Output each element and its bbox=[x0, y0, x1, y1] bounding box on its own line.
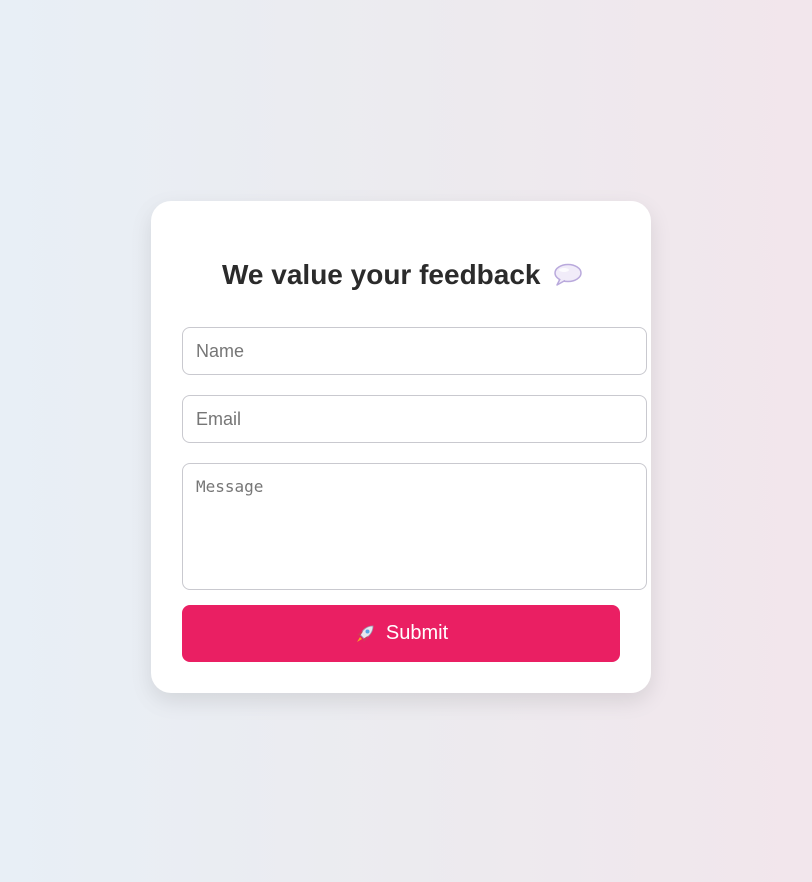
name-input[interactable] bbox=[182, 327, 647, 375]
form-title: We value your feedback bbox=[222, 259, 583, 291]
email-input[interactable] bbox=[182, 395, 647, 443]
form-title-text: We value your feedback bbox=[222, 259, 541, 290]
speech-bubble-icon bbox=[553, 263, 583, 287]
feedback-card: We value your feedback Submit bbox=[151, 201, 651, 693]
rocket-icon bbox=[354, 623, 376, 645]
message-textarea[interactable] bbox=[182, 463, 647, 590]
submit-button[interactable]: Submit bbox=[182, 605, 620, 662]
submit-label: Submit bbox=[385, 622, 449, 644]
